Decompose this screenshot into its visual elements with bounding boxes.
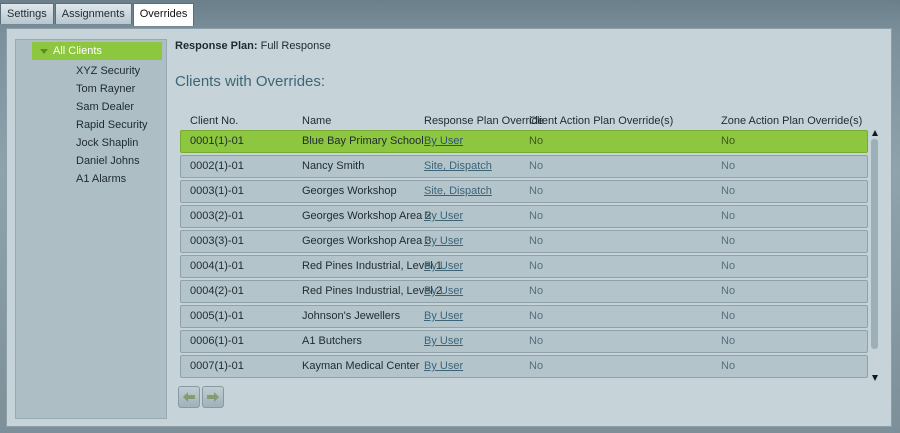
cell-zone-action-plan: No [721,285,736,297]
cell-client-action-plan: No [529,310,544,322]
tree-item-sam-dealer[interactable]: Sam Dealer [76,98,134,116]
tree-item-xyz-security[interactable]: XYZ Security [76,62,140,80]
cell-client-action-plan: No [529,360,544,372]
cell-name: Kayman Medical Center [302,360,420,372]
cell-client-action-plan: No [529,335,544,347]
table-row[interactable]: 0001(1)-01 Blue Bay Primary School By Us… [180,130,868,153]
cell-name: Blue Bay Primary School [302,135,424,147]
cell-client-no: 0003(1)-01 [190,185,244,197]
cell-client-no: 0004(1)-01 [190,260,244,272]
tab-assignments[interactable]: Assignments [54,3,132,24]
cell-client-no: 0005(1)-01 [190,310,244,322]
cell-client-no: 0004(2)-01 [190,285,244,297]
next-page-button[interactable] [202,386,224,408]
column-header-client-no: Client No. [190,115,239,127]
cell-name: Johnson's Jewellers [302,310,401,322]
cell-zone-action-plan: No [721,210,736,222]
cell-client-no: 0006(1)-01 [190,335,244,347]
table-row[interactable]: 0006(1)-01 A1 Butchers By User No No [180,330,868,353]
tree-item-a1-alarms[interactable]: A1 Alarms [76,170,126,188]
cell-client-action-plan: No [529,185,544,197]
cell-client-no: 0007(1)-01 [190,360,244,372]
cell-client-no: 0002(1)-01 [190,160,244,172]
column-header-response-plan-override: Response Plan Override [424,115,544,127]
cell-client-no: 0001(1)-01 [190,135,244,147]
main-panel: All Clients XYZ Security Tom Rayner Sam … [6,28,892,427]
cell-response-plan-link[interactable]: By User [424,356,463,377]
cell-response-plan-link[interactable]: By User [424,231,463,252]
cell-response-plan-link[interactable]: Site, Dispatch [424,156,492,177]
client-tree: All Clients XYZ Security Tom Rayner Sam … [15,39,167,419]
cell-zone-action-plan: No [721,335,736,347]
table-row[interactable]: 0002(1)-01 Nancy Smith Site, Dispatch No… [180,155,868,178]
column-header-zone-action-plan: Zone Action Plan Override(s) [721,115,863,127]
cell-client-action-plan: No [529,135,544,147]
tree-item-daniel-johns[interactable]: Daniel Johns [76,152,140,170]
cell-zone-action-plan: No [721,160,736,172]
cell-client-action-plan: No [529,235,544,247]
cell-client-no: 0003(2)-01 [190,210,244,222]
table-row[interactable]: 0003(3)-01 Georges Workshop Area 3 By Us… [180,230,868,253]
tree-item-tom-rayner[interactable]: Tom Rayner [76,80,135,98]
cell-response-plan-link[interactable]: By User [424,331,463,352]
cell-name: A1 Butchers [302,335,362,347]
cell-client-action-plan: No [529,285,544,297]
table-row[interactable]: 0007(1)-01 Kayman Medical Center By User… [180,355,868,378]
table-row[interactable]: 0004(2)-01 Red Pines Industrial, Level 2… [180,280,868,303]
vertical-scrollbar[interactable] [871,139,878,349]
cell-client-action-plan: No [529,160,544,172]
cell-zone-action-plan: No [721,360,736,372]
cell-response-plan-link[interactable]: Site, Dispatch [424,181,492,202]
scroll-down-arrow-icon[interactable] [872,375,878,381]
tree-root-label: All Clients [53,45,102,57]
cell-name: Georges Workshop Area 2 [302,210,432,222]
previous-page-button[interactable] [178,386,200,408]
cell-zone-action-plan: No [721,135,736,147]
cell-client-action-plan: No [529,210,544,222]
tree-item-rapid-security[interactable]: Rapid Security [76,116,148,134]
tab-settings[interactable]: Settings [0,3,54,24]
table-row[interactable]: 0003(2)-01 Georges Workshop Area 2 By Us… [180,205,868,228]
response-plan-line: Response Plan: Full Response [175,40,331,52]
scroll-up-arrow-icon[interactable] [872,130,878,136]
cell-response-plan-link[interactable]: By User [424,281,463,302]
cell-response-plan-link[interactable]: By User [424,206,463,227]
cell-response-plan-link[interactable]: By User [424,306,463,327]
arrow-right-icon [207,392,219,402]
cell-zone-action-plan: No [721,260,736,272]
cell-name: Red Pines Industrial, Level 1 [302,260,443,272]
cell-response-plan-link[interactable]: By User [424,256,463,277]
table-row[interactable]: 0004(1)-01 Red Pines Industrial, Level 1… [180,255,868,278]
chevron-down-icon[interactable] [40,48,48,54]
cell-name: Red Pines Industrial, Level 2 [302,285,443,297]
table-row[interactable]: 0005(1)-01 Johnson's Jewellers By User N… [180,305,868,328]
section-title: Clients with Overrides: [175,73,326,90]
column-header-name: Name [302,115,332,127]
response-plan-value: Full Response [260,40,331,52]
cell-response-plan-link[interactable]: By User [424,131,463,152]
arrow-left-icon [183,392,195,402]
cell-name: Nancy Smith [302,160,365,172]
cell-name: Georges Workshop Area 3 [302,235,432,247]
cell-zone-action-plan: No [721,185,736,197]
tab-bar: Settings Assignments Overrides [0,3,195,26]
tree-item-all-clients[interactable]: All Clients [32,42,162,60]
column-header-client-action-plan: Client Action Plan Override(s) [529,115,674,127]
tree-item-jock-shaplin[interactable]: Jock Shaplin [76,134,138,152]
cell-zone-action-plan: No [721,310,736,322]
table-row[interactable]: 0003(1)-01 Georges Workshop Site, Dispat… [180,180,868,203]
tab-overrides[interactable]: Overrides [132,3,195,26]
cell-name: Georges Workshop [302,185,397,197]
cell-client-action-plan: No [529,260,544,272]
cell-client-no: 0003(3)-01 [190,235,244,247]
cell-zone-action-plan: No [721,235,736,247]
response-plan-label: Response Plan: [175,40,258,52]
